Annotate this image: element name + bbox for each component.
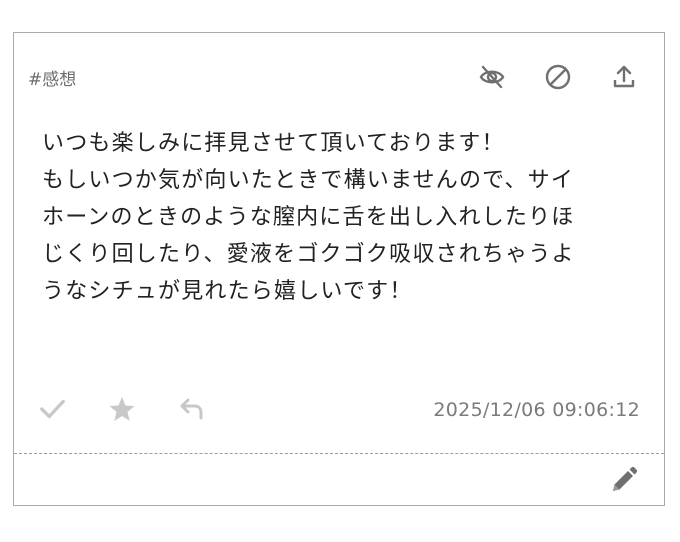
timestamp: 2025/12/06 09:06:12	[433, 399, 640, 421]
message-line: じくり回したり、愛液をゴクゴク吸収されちゃうよ	[42, 242, 575, 267]
divider	[14, 453, 664, 454]
check-icon	[40, 399, 65, 419]
hide-button[interactable]	[478, 63, 506, 91]
card-actions-top	[478, 63, 638, 91]
message-card: #感想 いつも楽しみに拝見させて頂いております！ もしいつか気が向いたときで構い…	[13, 32, 665, 506]
star-icon	[109, 397, 135, 421]
favorite-button[interactable]	[108, 395, 136, 423]
ban-icon	[545, 64, 571, 90]
upload-icon	[613, 65, 635, 88]
reply-button[interactable]	[178, 395, 206, 423]
message-line: ホーンのときのような膣内に舌を出し入れしたりほ	[42, 205, 575, 230]
card-actions-bottom	[38, 395, 206, 423]
message-line: いつも楽しみに拝見させて頂いております！	[42, 131, 505, 156]
eye-slash-icon	[479, 65, 505, 89]
share-button[interactable]	[610, 63, 638, 91]
reply-icon	[180, 398, 203, 420]
block-button[interactable]	[544, 63, 572, 91]
message-line: もしいつか気が向いたときで構いませんので、サイ	[42, 168, 575, 193]
mark-read-button[interactable]	[38, 395, 66, 423]
pencil-icon	[613, 466, 638, 491]
edit-button[interactable]	[606, 464, 640, 498]
message-line: うなシチュが見れたら嬉しいです！	[42, 279, 413, 304]
category-tag: #感想	[28, 70, 77, 90]
message-body: いつも楽しみに拝見させて頂いております！ もしいつか気が向いたときで構いませんの…	[42, 125, 642, 310]
